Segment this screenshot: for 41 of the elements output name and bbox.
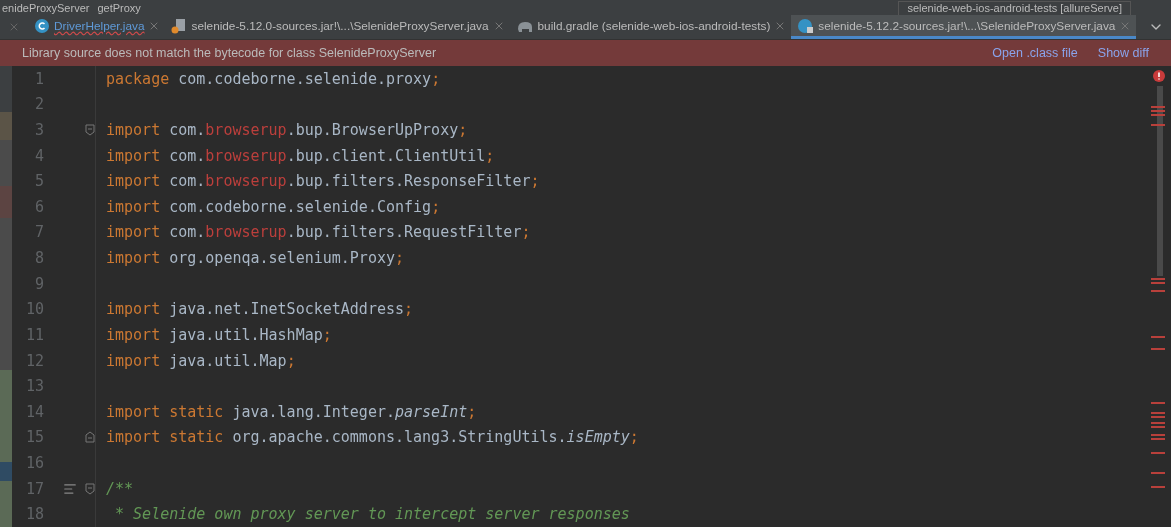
breadcrumb-item[interactable]: getProxy — [97, 2, 141, 15]
line-number: 11 — [24, 325, 44, 344]
code-line: import com.browserup.bup.BrowserUpProxy; — [105, 121, 468, 139]
code-line: import com.browserup.bup.client.ClientUtil; — [105, 146, 495, 165]
line-number: 8 — [33, 249, 44, 268]
line-number: 18 — [24, 505, 44, 524]
code-line: import java.util.Map; — [105, 351, 296, 370]
code-line: import com.browserup.bup.filters.ResponseFilter; — [105, 172, 540, 191]
code-line: import com.codeborne.selenide.Config; — [105, 197, 441, 216]
line-number: 16 — [24, 453, 44, 472]
editor-tab[interactable]: build.gradle (selenide-web-ios-android-tests) — [509, 15, 792, 39]
editor-tab[interactable]: selenide-5.12.0-sources.jar!\...\SelenideProxyServer.java — [165, 15, 510, 39]
code-line: package com.codeborne.selenide.proxy; — [105, 69, 441, 88]
line-number: 13 — [24, 377, 44, 396]
code-line: import org.openqa.selenium.Proxy; — [105, 249, 405, 268]
banner-link[interactable]: Open .class file — [992, 46, 1078, 60]
code-line: * Selenide own proxy server to intercept server responses — [114, 505, 630, 524]
line-number: 14 — [24, 402, 44, 421]
breadcrumb-item[interactable]: enideProxyServer — [2, 2, 90, 15]
line-number: 12 — [24, 351, 44, 370]
banner-link[interactable]: Show diff — [1097, 46, 1149, 60]
editor-tab[interactable]: selenide-5.12.2-sources.jar!\...\SelenideProxyServer.java — [791, 15, 1137, 39]
line-number: 3 — [33, 121, 44, 139]
banner-message: Library source does not match the bytecode for class SelenideProxyServer — [22, 46, 438, 60]
code-line: import java.net.InetSocketAddress; — [105, 300, 414, 319]
code-line: import static java.lang.Integer.parseInt; — [105, 402, 477, 421]
code-line: /** — [105, 479, 134, 498]
editor-tab[interactable]: DriverHelper.java — [28, 15, 166, 39]
code-line: import java.util.HashMap; — [105, 325, 332, 344]
line-number: 7 — [33, 223, 44, 242]
line-number: 10 — [24, 300, 44, 319]
line-number: 17 — [24, 479, 44, 498]
line-number: 15 — [24, 428, 44, 447]
line-number: 2 — [33, 95, 44, 114]
code-line: import com.browserup.bup.filters.RequestFilter; — [105, 223, 531, 242]
line-number: 6 — [33, 197, 44, 216]
line-number: 1 — [33, 69, 44, 88]
code-line: import static org.apache.commons.lang3.StringUtils.isEmpty; — [105, 428, 639, 447]
line-number: 4 — [33, 146, 44, 165]
line-number: 9 — [33, 274, 44, 293]
line-number: 5 — [33, 172, 44, 191]
